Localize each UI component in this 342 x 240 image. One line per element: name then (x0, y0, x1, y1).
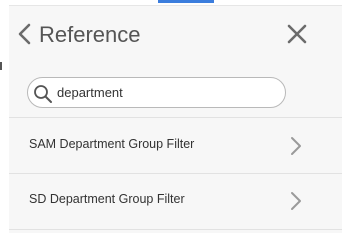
active-tab-indicator (158, 0, 214, 3)
list-item[interactable]: SAM Department Group Filter (9, 119, 342, 173)
panel-title: Reference (39, 22, 141, 47)
list-item[interactable]: SD Department Group Filter (9, 174, 342, 228)
search-input[interactable] (57, 82, 277, 103)
close-icon (287, 24, 307, 44)
list-item-label: SAM Department Group Filter (29, 137, 195, 151)
list-item-label: SD Department Group Filter (29, 192, 185, 206)
reference-panel: Reference SAM Department Group Filter (9, 5, 342, 233)
background-mark (0, 62, 5, 70)
chevron-left-icon (18, 23, 31, 45)
background-page-edge (0, 0, 9, 237)
close-button[interactable] (285, 22, 309, 46)
search-icon (34, 85, 52, 103)
chevron-right-icon (291, 192, 301, 210)
list-divider (9, 117, 342, 118)
panel-header: Reference (9, 6, 342, 64)
reference-panel-screen: Reference SAM Department Group Filter (0, 0, 342, 237)
list-divider (9, 229, 342, 230)
back-button[interactable] (15, 20, 35, 48)
search-box[interactable] (27, 77, 286, 108)
chevron-right-icon (291, 137, 301, 155)
